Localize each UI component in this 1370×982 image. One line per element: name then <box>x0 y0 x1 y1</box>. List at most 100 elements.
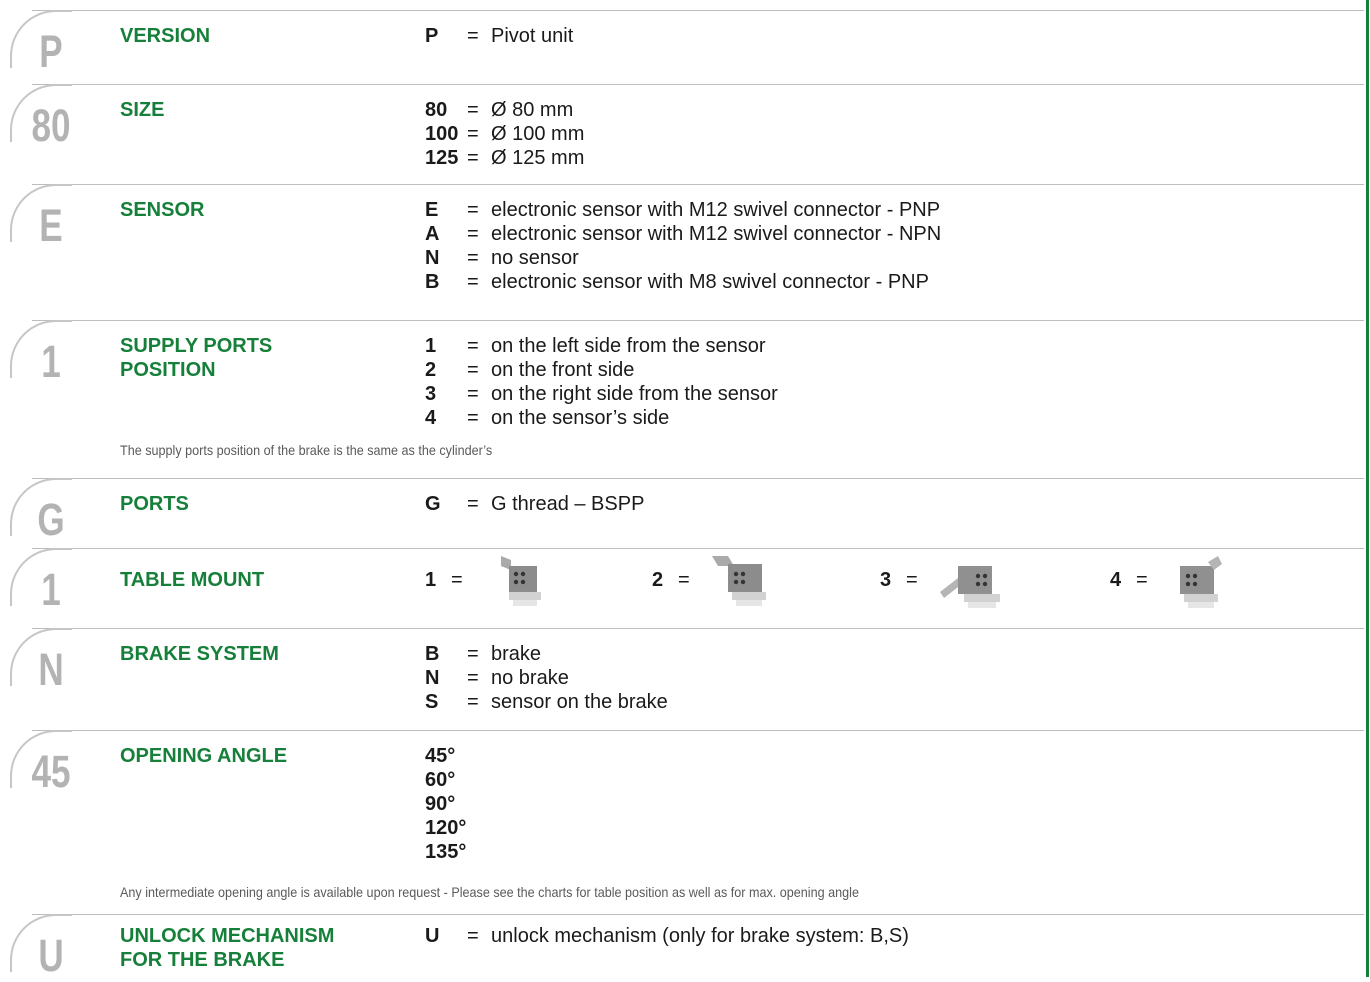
equals-sign: = <box>467 493 479 515</box>
equals-sign: = <box>467 407 479 429</box>
mount-option-3: 3 = <box>880 566 1000 608</box>
option-text: G thread – BSPP <box>491 493 645 515</box>
section-code: G <box>37 494 65 545</box>
equals-sign: = <box>467 147 479 169</box>
option-text: Ø 80 mm <box>491 99 574 121</box>
section-title-line: FOR THE BRAKE <box>120 949 285 971</box>
option-key: 1 <box>425 569 437 591</box>
option-text: electronic sensor with M12 swivel connec… <box>491 199 941 221</box>
option-text: electronic sensor with M8 swivel connect… <box>491 271 929 293</box>
section-code: 45 <box>31 746 71 797</box>
section-title: BRAKE SYSTEM <box>120 643 279 665</box>
section-divider <box>32 548 1364 549</box>
equals-sign: = <box>467 271 479 293</box>
option-key: 120° <box>425 817 467 839</box>
page-edge-green-line <box>1366 0 1369 977</box>
equals-sign: = <box>467 335 479 357</box>
section-supply-ports-position: 1 SUPPLY PORTS POSITION 1 = on the left si… <box>0 320 1364 478</box>
equals-sign: = <box>467 383 479 405</box>
equals-sign: = <box>467 359 479 381</box>
option-row: 100 = Ø 100 mm <box>425 122 584 146</box>
option-key: 125 <box>425 147 459 169</box>
section-title: VERSION <box>120 25 211 47</box>
section-divider <box>32 320 1364 321</box>
option-text: unlock mechanism (only for brake system:… <box>491 925 909 947</box>
option-row: 125 = Ø 125 mm <box>425 146 584 170</box>
equals-sign: = <box>467 25 479 47</box>
option-key: 4 <box>1110 569 1122 591</box>
option-key: N <box>425 247 440 269</box>
section-code: 80 <box>31 100 71 151</box>
section-divider <box>32 478 1364 479</box>
option-text: Ø 125 mm <box>491 147 585 169</box>
equals-sign: = <box>467 691 479 713</box>
section-code: E <box>39 200 63 251</box>
equals-sign: = <box>467 199 479 221</box>
section-divider <box>32 628 1364 629</box>
option-row: P = Pivot unit <box>425 24 573 48</box>
option-key: B <box>425 643 440 665</box>
equals-sign: = <box>1136 569 1148 591</box>
option-row: B = electronic sensor with M8 swivel conne… <box>425 270 929 294</box>
section-note: Any intermediate opening angle is availa… <box>120 884 859 900</box>
section-title-line: UNLOCK MECHANISM <box>120 925 335 947</box>
option-key: B <box>425 271 440 293</box>
section-brake-system: N BRAKE SYSTEM B = brake N = no brake S = sens… <box>0 628 1364 730</box>
section-divider <box>32 10 1364 11</box>
option-row: G = G thread – BSPP <box>425 492 644 516</box>
section-unlock-mechanism: U UNLOCK MECHANISM FOR THE BRAKE U = unloc… <box>0 914 1364 981</box>
option-row: 2 = on the front side <box>425 358 634 382</box>
section-opening-angle: 45 OPENING ANGLE 45° 60° 90° 120° 135° A… <box>0 730 1364 914</box>
table-mount-4-icon <box>1180 556 1222 608</box>
option-row: 45° <box>425 744 467 768</box>
option-row: 4 = on the sensor’s side <box>425 406 669 430</box>
section-title: SUPPLY PORTS POSITION <box>120 334 272 382</box>
section-divider <box>32 184 1364 185</box>
option-row: 1 = on the left side from the sensor <box>425 334 766 358</box>
option-row: B = brake <box>425 642 541 666</box>
section-title-line: SUPPLY PORTS <box>120 335 273 357</box>
option-key: 1 <box>425 335 437 357</box>
option-key: 80 <box>425 99 448 121</box>
section-code: N <box>38 644 64 695</box>
section-size: 80 SIZE 80 = Ø 80 mm 100 = Ø 100 mm 125 = Ø 12… <box>0 84 1364 184</box>
option-key: E <box>425 199 439 221</box>
option-key: N <box>425 667 440 689</box>
option-row: N = no brake <box>425 666 569 690</box>
equals-sign: = <box>678 569 690 591</box>
section-ports: G PORTS G = G thread – BSPP <box>0 478 1364 548</box>
option-key: 90° <box>425 793 456 815</box>
table-mount-2-icon <box>712 556 766 606</box>
option-text: on the front side <box>491 359 635 381</box>
option-key: 4 <box>425 407 437 429</box>
option-text: on the right side from the sensor <box>491 383 778 405</box>
equals-sign: = <box>467 99 479 121</box>
option-key: P <box>425 25 439 47</box>
mount-option-1: 1 = <box>425 556 541 608</box>
equals-sign: = <box>467 123 479 145</box>
option-key: U <box>425 925 440 947</box>
option-key: 135° <box>425 841 467 863</box>
section-title-line: POSITION <box>120 359 216 381</box>
option-key: 100 <box>425 123 459 145</box>
option-text: sensor on the brake <box>491 691 668 713</box>
option-row: 135° <box>425 840 467 864</box>
section-title: PORTS <box>120 493 189 515</box>
section-title: TABLE MOUNT <box>120 569 265 591</box>
option-row: S = sensor on the brake <box>425 690 668 714</box>
section-code: U <box>38 930 64 981</box>
table-mount-1-icon <box>501 556 541 606</box>
section-version: P VERSION P = Pivot unit <box>0 10 1364 84</box>
section-note: The supply ports position of the brake i… <box>120 442 493 458</box>
option-text: electronic sensor with M12 swivel connec… <box>491 223 942 245</box>
option-row: 60° <box>425 768 467 792</box>
option-key: 60° <box>425 769 456 791</box>
option-row: U = unlock mechanism (only for brake syste… <box>425 924 909 948</box>
option-row: E = electronic sensor with M12 swivel conn… <box>425 198 940 222</box>
option-text: on the left side from the sensor <box>491 335 766 357</box>
option-row: A = electronic sensor with M12 swivel conn… <box>425 222 941 246</box>
equals-sign: = <box>467 247 479 269</box>
option-row: 90° <box>425 792 467 816</box>
mount-option-2: 2 = <box>652 556 766 608</box>
section-code: 1 <box>41 564 61 615</box>
